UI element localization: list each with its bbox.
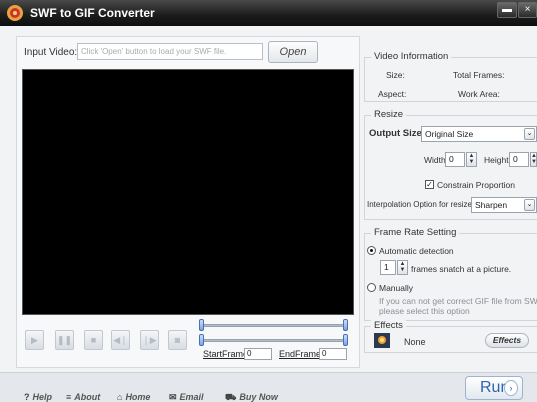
frames-snatch-label: frames snatch at a picture. — [411, 264, 512, 274]
manual-hint-line-1: If you can not get correct GIF file from… — [379, 296, 537, 306]
aspect-label: Aspect: — [378, 89, 407, 99]
effects-icon — [374, 333, 390, 348]
interpolation-select[interactable]: Sharpen ⌄ — [471, 197, 537, 213]
output-size-label: Output Size: — [369, 128, 425, 139]
height-spinner[interactable]: ▲ ▼ — [530, 152, 537, 167]
email-link[interactable]: ✉ Email — [169, 392, 204, 402]
play-button[interactable]: ▶ — [25, 330, 44, 350]
open-button[interactable]: Open — [268, 41, 318, 63]
height-input[interactable]: 0 — [509, 152, 529, 167]
about-label: About — [74, 392, 101, 402]
email-icon: ✉ — [169, 392, 177, 402]
help-label: Help — [32, 392, 53, 402]
pause-button[interactable]: ❚❚ — [55, 330, 74, 350]
title-bar: SWF to GIF Converter ▬ × — [0, 0, 537, 26]
automatic-detection-label: Automatic detection — [379, 246, 454, 256]
output-size-value: Original Size — [425, 129, 474, 139]
run-button[interactable]: Run › — [465, 376, 523, 400]
input-video-field[interactable]: Click 'Open' button to load your SWF fil… — [77, 43, 263, 60]
frames-snatch-spinner[interactable]: ▲ ▼ — [397, 260, 408, 275]
chevron-right-icon: › — [504, 380, 518, 396]
next-frame-button[interactable]: ❘▶ — [140, 330, 159, 350]
window-title: SWF to GIF Converter — [30, 6, 155, 20]
buy-now-label: Buy Now — [239, 392, 278, 402]
chevron-down-icon: ⌄ — [524, 128, 535, 140]
app-logo-icon — [7, 5, 23, 21]
manually-label: Manually — [379, 283, 414, 293]
home-link[interactable]: ⌂ Home — [117, 392, 150, 402]
cart-icon: ⛟ — [225, 392, 237, 402]
email-label: Email — [179, 392, 204, 402]
stop-button[interactable]: ■ — [84, 330, 103, 350]
previous-frame-button[interactable]: ◀❘ — [111, 330, 130, 350]
constrain-proportion-label: Constrain Proportion — [437, 180, 515, 190]
interpolation-value: Sharpen — [475, 200, 508, 210]
height-label: Height: — [484, 155, 511, 165]
frames-snatch-input[interactable]: 1 — [380, 260, 396, 275]
width-input[interactable]: 0 — [445, 152, 465, 167]
about-link[interactable]: ≡ About — [66, 392, 100, 402]
manual-hint-line-2: please select this option — [379, 306, 470, 316]
about-icon: ≡ — [66, 392, 72, 402]
end-frame-input[interactable]: 0 — [319, 348, 347, 360]
range-slider[interactable] — [203, 339, 348, 342]
manually-radio[interactable] — [367, 283, 376, 292]
buy-now-link[interactable]: ⛟ Buy Now — [225, 392, 278, 402]
close-button[interactable]: × — [518, 2, 537, 18]
end-frame-label: EndFrame: — [279, 349, 324, 359]
video-info-title: Video Information — [371, 51, 452, 62]
home-icon: ⌂ — [117, 392, 123, 402]
effects-title: Effects — [371, 320, 406, 331]
width-spinner[interactable]: ▲ ▼ — [466, 152, 477, 167]
effects-button[interactable]: Effects — [485, 333, 529, 348]
range-slider-end-thumb[interactable] — [343, 334, 348, 346]
seek-slider-start-thumb[interactable] — [199, 319, 204, 331]
home-label: Home — [125, 392, 151, 402]
total-frames-label: Total Frames: — [453, 70, 505, 80]
frame-rate-title: Frame Rate Setting — [371, 227, 460, 238]
video-preview — [22, 69, 354, 315]
output-size-select[interactable]: Original Size ⌄ — [421, 126, 537, 142]
resize-title: Resize — [371, 109, 407, 120]
help-icon: ? — [24, 392, 30, 402]
automatic-detection-radio[interactable] — [367, 246, 376, 255]
input-video-label: Input Video: — [24, 47, 78, 58]
effects-value: None — [404, 337, 426, 347]
seek-slider-end-thumb[interactable] — [343, 319, 348, 331]
help-link[interactable]: ? Help — [24, 392, 52, 402]
seek-slider[interactable] — [203, 324, 348, 327]
work-area-label: Work Area: — [458, 89, 500, 99]
size-label: Size: — [386, 70, 405, 80]
snapshot-button[interactable]: ◙ — [168, 330, 187, 350]
interpolation-label: Interpolation Option for resize: — [367, 200, 475, 209]
chevron-down-icon: ⌄ — [524, 199, 535, 211]
range-slider-start-thumb[interactable] — [199, 334, 204, 346]
constrain-proportion-checkbox[interactable]: ✓ — [425, 180, 434, 189]
start-frame-input[interactable]: 0 — [244, 348, 272, 360]
minimize-button[interactable]: ▬ — [497, 2, 517, 18]
